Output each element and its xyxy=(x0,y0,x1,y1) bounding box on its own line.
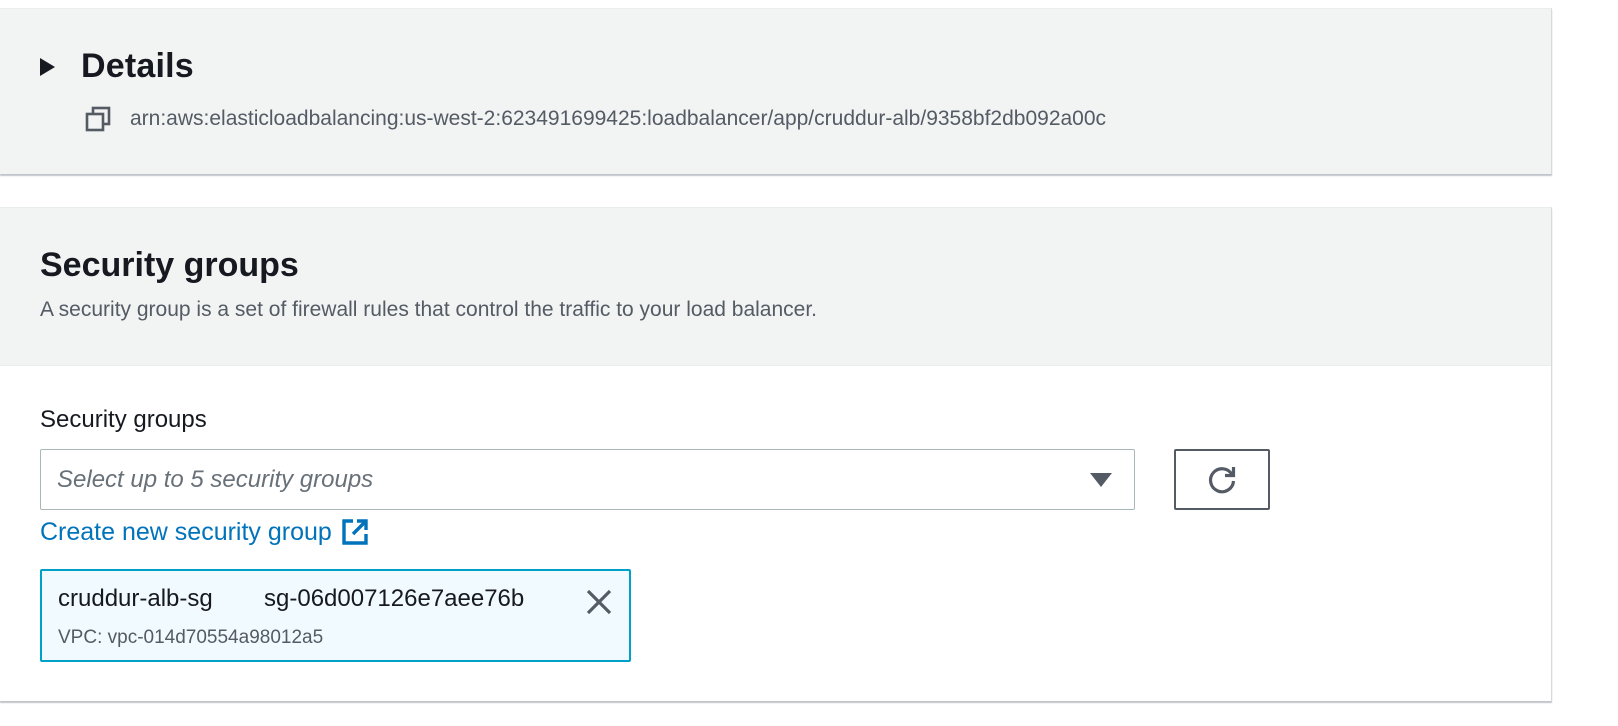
create-security-group-link[interactable]: Create new security group xyxy=(40,517,370,547)
security-group-id: sg-06d007126e7aee76b xyxy=(264,585,525,612)
security-groups-description: A security group is a set of firewall ru… xyxy=(40,298,818,321)
security-groups-header: Security groups A security group is a se… xyxy=(0,208,1551,366)
create-link-label: Create new security group xyxy=(40,517,332,546)
details-title: Details xyxy=(81,47,194,85)
security-group-name: cruddur-alb-sg xyxy=(58,585,213,612)
load-balancer-arn: arn:aws:elasticloadbalancing:us-west-2:6… xyxy=(130,107,1107,130)
refresh-button[interactable] xyxy=(1174,449,1270,510)
caret-right-icon xyxy=(40,57,55,76)
copy-icon[interactable] xyxy=(84,105,112,133)
security-groups-panel: Security groups A security group is a se… xyxy=(0,207,1552,701)
refresh-icon xyxy=(1208,466,1236,493)
security-groups-field-label: Security groups xyxy=(40,406,207,433)
close-icon[interactable] xyxy=(584,587,614,617)
select-placeholder: Select up to 5 security groups xyxy=(57,465,374,493)
details-panel: Details arn:aws:elasticloadbalancing:us-… xyxy=(0,8,1552,174)
selected-security-group-token: cruddur-alb-sg sg-06d007126e7aee76b VPC:… xyxy=(40,569,631,662)
caret-down-icon xyxy=(1090,472,1112,487)
arn-row: arn:aws:elasticloadbalancing:us-west-2:6… xyxy=(84,105,1106,133)
external-link-icon xyxy=(342,519,368,545)
security-groups-title: Security groups xyxy=(40,246,299,284)
security-group-vpc: VPC: vpc-014d70554a98012a5 xyxy=(58,627,324,648)
details-expand-toggle[interactable]: Details xyxy=(40,47,194,86)
security-groups-select[interactable]: Select up to 5 security groups xyxy=(40,449,1135,510)
